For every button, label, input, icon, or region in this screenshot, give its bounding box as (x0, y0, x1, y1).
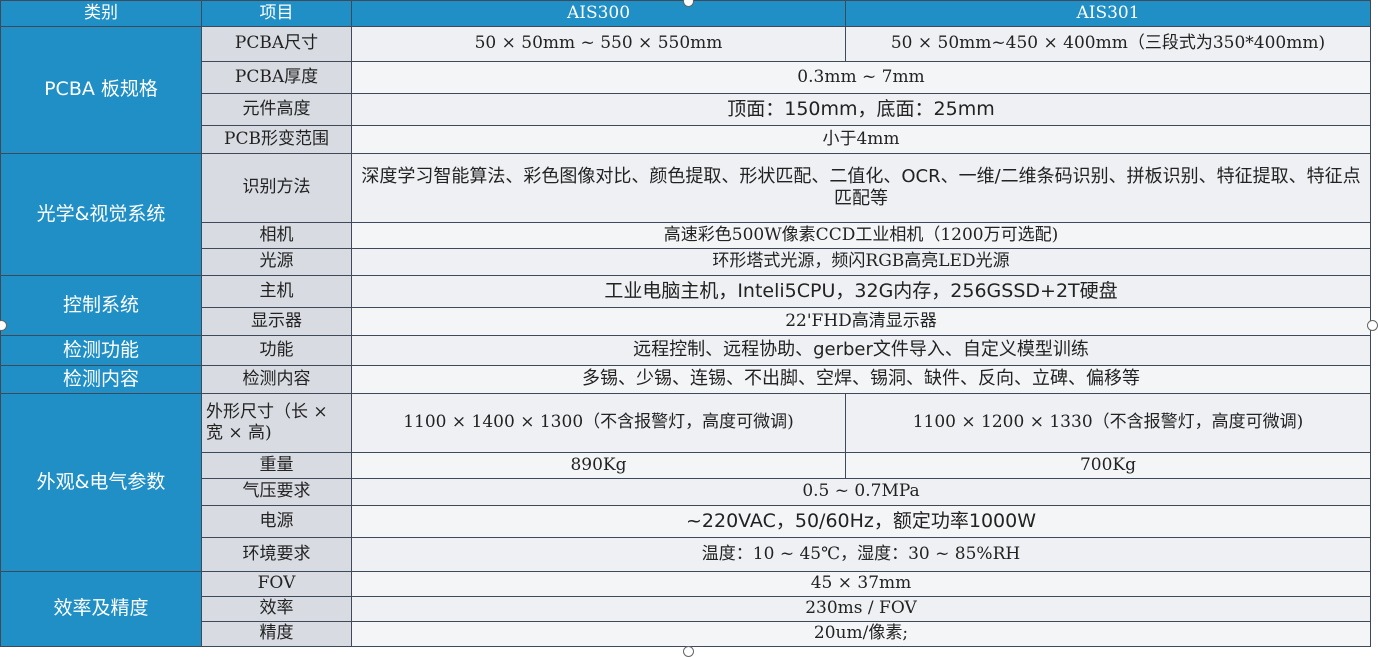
category-efficiency: 效率及精度 (0, 571, 202, 647)
spec-table-container: 类别 项目 AIS300 AIS301 PCBA 板规格 PCBA尺寸 50 ×… (0, 0, 1371, 653)
table-row: 光源 环形塔式光源，频闪RGB高亮LED光源 (1, 248, 1371, 276)
item-power: 电源 (201, 505, 352, 538)
item-environment: 环境要求 (201, 537, 352, 572)
header-model-a: AIS300 (351, 0, 846, 27)
value-dimensions-a: 1100 × 1400 × 1300（不含报警灯，高度可微调) (351, 393, 846, 453)
value-content: 多锡、少锡、连锡、不出脚、空焊、锡洞、缺件、反向、立碑、偏移等 (351, 365, 1371, 394)
value-pcba-thickness: 0.3mm ~ 7mm (351, 61, 1371, 94)
table-row: 精度 20um/像素; (1, 621, 1371, 647)
spec-table: 类别 项目 AIS300 AIS301 PCBA 板规格 PCBA尺寸 50 ×… (0, 0, 1371, 647)
item-pcba-size: PCBA尺寸 (201, 26, 352, 62)
value-camera: 高速彩色500W像素CCD工业相机（1200万可选配) (351, 222, 1371, 249)
item-display: 显示器 (201, 307, 352, 336)
item-dimensions: 外形尺寸（长 × 宽 × 高) (201, 393, 352, 453)
header-item: 项目 (201, 0, 352, 27)
value-air-pressure: 0.5 ~ 0.7MPa (351, 478, 1371, 506)
table-row: 光学&视觉系统 识别方法 深度学习智能算法、彩色图像对比、颜色提取、形状匹配、二… (0, 153, 1371, 276)
table-row: 检测内容 检测内容 多锡、少锡、连锡、不出脚、空焊、锡洞、缺件、反向、立碑、偏移… (0, 365, 1371, 394)
item-efficiency: 效率 (201, 596, 352, 622)
table-row: 元件高度 顶面：150mm，底面：25mm (1, 93, 1371, 126)
value-weight-b: 700Kg (845, 452, 1371, 479)
resize-handle-right[interactable] (1367, 320, 1378, 331)
category-optics: 光学&视觉系统 (0, 153, 202, 276)
item-fov: FOV (201, 571, 352, 597)
table-row: 显示器 22'FHD高清显示器 (1, 307, 1371, 336)
item-air-pressure: 气压要求 (201, 478, 352, 506)
value-accuracy: 20um/像素; (351, 621, 1371, 647)
table-row: 检测功能 功能 远程控制、远程协助、gerber文件导入、自定义模型训练 (0, 335, 1371, 366)
value-host: 工业电脑主机，Inteli5CPU，32G内存，256GSSD+2T硬盘 (351, 275, 1371, 308)
value-environment: 温度：10 ~ 45℃，湿度：30 ~ 85%RH (351, 537, 1371, 572)
value-pcba-size-a: 50 × 50mm ~ 550 × 550mm (351, 26, 846, 62)
value-pcb-warp: 小于4mm (351, 125, 1371, 154)
value-power: ~220VAC，50/60Hz，额定功率1000W (351, 505, 1371, 538)
item-function: 功能 (201, 335, 352, 366)
header-model-b: AIS301 (845, 0, 1371, 27)
item-host: 主机 (201, 275, 352, 308)
value-pcba-size-b: 50 × 50mm~450 × 400mm（三段式为350*400mm) (845, 26, 1371, 62)
table-row: 效率及精度 FOV 45 × 37mm (0, 571, 1371, 647)
value-efficiency: 230ms / FOV (351, 596, 1371, 622)
item-camera: 相机 (201, 222, 352, 249)
value-fov: 45 × 37mm (351, 571, 1371, 597)
table-row: PCBA 板规格 PCBA尺寸 50 × 50mm ~ 550 × 550mm … (0, 26, 1371, 154)
item-accuracy: 精度 (201, 621, 352, 647)
item-recognition-method: 识别方法 (201, 153, 352, 223)
category-content: 检测内容 (0, 365, 202, 394)
header-category: 类别 (0, 0, 202, 27)
item-pcb-warp: PCB形变范围 (201, 125, 352, 154)
table-row: PCB形变范围 小于4mm (1, 125, 1371, 154)
table-row: 气压要求 0.5 ~ 0.7MPa (1, 478, 1371, 506)
value-light-source: 环形塔式光源，频闪RGB高亮LED光源 (351, 248, 1371, 276)
value-component-height: 顶面：150mm，底面：25mm (351, 93, 1371, 126)
category-pcba: PCBA 板规格 (0, 26, 202, 154)
value-function: 远程控制、远程协助、gerber文件导入、自定义模型训练 (351, 335, 1371, 366)
table-row: 外观&电气参数 外形尺寸（长 × 宽 × 高) 1100 × 1400 × 13… (0, 393, 1371, 572)
item-light-source: 光源 (201, 248, 352, 276)
value-recognition-method: 深度学习智能算法、彩色图像对比、颜色提取、形状匹配、二值化、OCR、一维/二维条… (351, 153, 1371, 223)
table-row: 相机 高速彩色500W像素CCD工业相机（1200万可选配) (1, 222, 1371, 249)
category-function: 检测功能 (0, 335, 202, 366)
item-component-height: 元件高度 (201, 93, 352, 126)
table-row: 重量 890Kg 700Kg (1, 452, 1371, 479)
table-row: 控制系统 主机 工业电脑主机，Inteli5CPU，32G内存，256GSSD+… (0, 275, 1371, 336)
value-dimensions-b: 1100 × 1200 × 1330（不含报警灯，高度可微调) (845, 393, 1371, 453)
resize-handle-bottom[interactable] (683, 646, 694, 657)
category-control: 控制系统 (0, 275, 202, 336)
category-appearance: 外观&电气参数 (0, 393, 202, 572)
item-pcba-thickness: PCBA厚度 (201, 61, 352, 94)
item-weight: 重量 (201, 452, 352, 479)
table-row: 效率 230ms / FOV (1, 596, 1371, 622)
table-row: 环境要求 温度：10 ~ 45℃，湿度：30 ~ 85%RH (1, 537, 1371, 572)
value-display: 22'FHD高清显示器 (351, 307, 1371, 336)
table-row: 电源 ~220VAC，50/60Hz，额定功率1000W (1, 505, 1371, 538)
value-weight-a: 890Kg (351, 452, 846, 479)
table-row: PCBA厚度 0.3mm ~ 7mm (1, 61, 1371, 94)
item-content: 检测内容 (201, 365, 352, 394)
